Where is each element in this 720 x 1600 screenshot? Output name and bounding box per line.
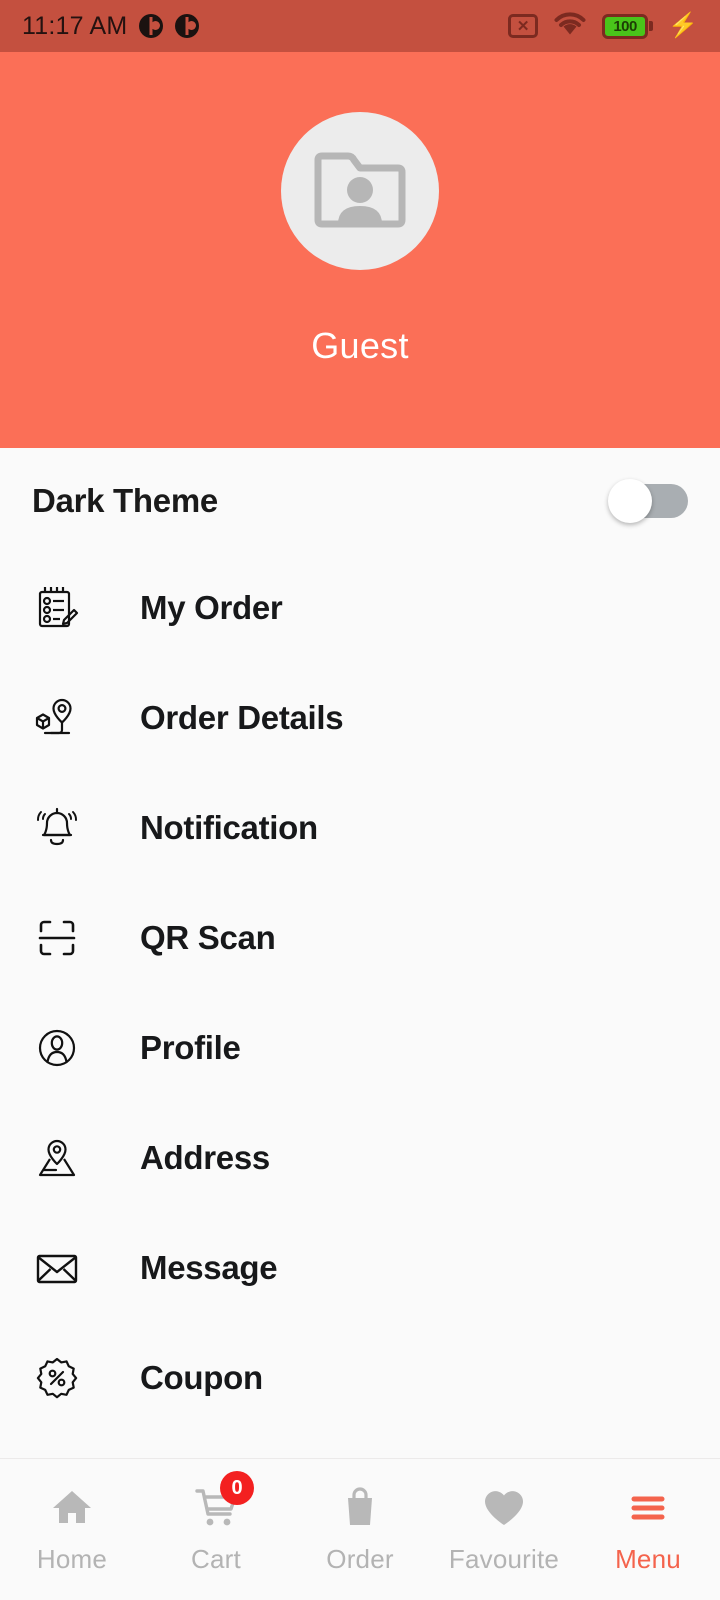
menu-item-notification[interactable]: Notification [0,773,720,883]
nav-item-label: Order [326,1544,394,1574]
menu-item-label: Profile [140,1029,241,1066]
qr-scan-frame-icon [28,909,86,967]
sim-card-error-icon: ✕ [508,14,539,38]
map-pin-icon [28,1129,86,1187]
app-screen: 11:17 AM ✕ 100 ⚡ Guest Dark Theme My Ord… [0,0,720,1600]
app-notification-icon [175,14,200,38]
heart-icon [476,1479,532,1535]
wifi-icon [553,11,587,42]
battery-icon: 100 [602,13,654,39]
status-bar: 11:17 AM ✕ 100 ⚡ [0,0,720,52]
cart-badge-count: 0 [220,1471,254,1505]
menu-item-order-details[interactable]: Order Details [0,663,720,773]
dark-theme-label: Dark Theme [32,481,218,519]
charging-bolt-icon: ⚡ [668,12,698,39]
status-bar-right: ✕ 100 ⚡ [508,11,698,42]
bag-icon [332,1479,388,1535]
dark-theme-row[interactable]: Dark Theme [0,448,720,553]
toggle-thumb [608,478,652,523]
profile-user-name: Guest [311,325,409,366]
menu-item-label: Notification [140,809,318,846]
dark-theme-toggle[interactable] [608,478,688,523]
nav-item-home[interactable]: Home [0,1459,144,1600]
menu-item-label: Order Details [140,699,344,736]
status-bar-clock: 11:17 AM [22,11,128,40]
nav-item-label: Favourite [448,1544,560,1574]
menu-item-label: Address [140,1139,270,1176]
nav-item-label: Cart [191,1544,241,1574]
bottom-navigation-bar: Home 0 Cart Order Favourite Menu [0,1458,720,1600]
profile-header: Guest [0,52,720,448]
battery-level-label: 100 [613,17,637,35]
person-circle-icon [28,1019,86,1077]
menu-item-label: QR Scan [140,919,276,956]
hamburger-icon [620,1479,676,1535]
menu-item-message[interactable]: Message [0,1213,720,1323]
nav-item-favourite[interactable]: Favourite [432,1459,576,1600]
avatar[interactable] [281,112,439,270]
menu-list: Dark Theme My Order Order Details Notifi… [0,448,720,1433]
nav-item-order[interactable]: Order [288,1459,432,1600]
app-notification-icon [139,14,164,38]
status-bar-left: 11:17 AM [22,11,200,41]
avatar-placeholder-icon [314,150,406,233]
menu-item-coupon[interactable]: Coupon [0,1323,720,1433]
bell-ringing-icon [28,799,86,857]
menu-item-label: My Order [140,589,283,626]
menu-item-address[interactable]: Address [0,1103,720,1213]
menu-item-qr-scan[interactable]: QR Scan [0,883,720,993]
package-location-pin-icon [28,689,86,747]
nav-item-menu[interactable]: Menu [576,1459,720,1600]
nav-item-label: Home [36,1544,108,1574]
menu-item-profile[interactable]: Profile [0,993,720,1103]
percent-badge-icon [28,1349,86,1407]
menu-item-label: Coupon [140,1359,263,1396]
envelope-icon [28,1239,86,1297]
nav-item-label: Menu [615,1544,681,1574]
sim-error-glyph: ✕ [516,18,530,35]
home-icon [44,1479,100,1535]
menu-item-my-order[interactable]: My Order [0,553,720,663]
nav-item-cart[interactable]: 0 Cart [144,1459,288,1600]
cart-icon: 0 [188,1471,254,1535]
battery-nub [649,21,654,31]
notepad-checklist-icon [28,579,86,637]
menu-item-label: Message [140,1249,278,1286]
